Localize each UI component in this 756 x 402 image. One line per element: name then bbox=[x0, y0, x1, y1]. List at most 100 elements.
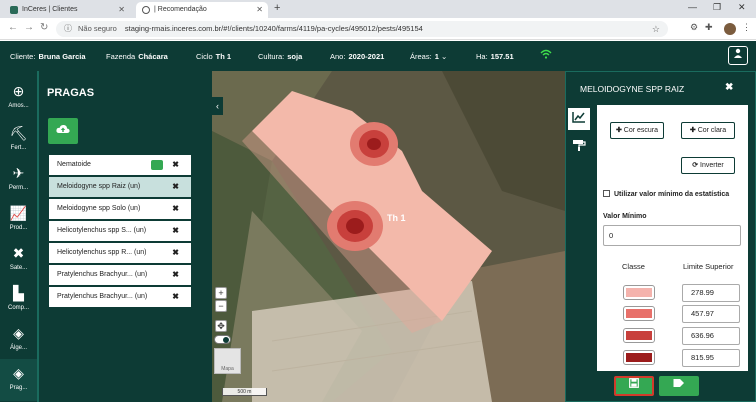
crop-value: soja bbox=[287, 52, 303, 61]
crop-field: Cultura: soja bbox=[258, 52, 302, 61]
list-item[interactable]: Meloidogyne spp Solo (un) ✖ bbox=[48, 198, 192, 220]
button-label: Cor clara bbox=[697, 127, 727, 134]
pest-label: Pratylenchus Brachyur... (un) bbox=[57, 271, 148, 278]
farm-label: Fazenda bbox=[106, 52, 136, 61]
button-label: Inverter bbox=[700, 162, 724, 169]
remove-icon[interactable]: ✖ bbox=[172, 199, 179, 219]
maximize-icon[interactable]: ❐ bbox=[713, 2, 721, 13]
fullscreen-button[interactable]: ✥ bbox=[215, 320, 227, 332]
year-label: Ano: bbox=[330, 52, 346, 61]
reload-icon[interactable]: ↻ bbox=[40, 22, 48, 33]
limit-input[interactable]: 278.99 bbox=[682, 284, 740, 302]
rail-item-productivity[interactable]: 📈 Prod... bbox=[0, 199, 37, 241]
rail-item-satellite[interactable]: ✖ Sate... bbox=[0, 239, 37, 281]
checkbox-box[interactable] bbox=[603, 190, 610, 197]
chrome-profile-avatar[interactable] bbox=[724, 23, 736, 35]
rail-item-compare[interactable]: ▙ Comp... bbox=[0, 279, 37, 321]
fertilizer-icon: ⛏ bbox=[9, 125, 28, 141]
rail-item-fertilizer[interactable]: ⛏ Fert... bbox=[0, 119, 37, 161]
list-item[interactable]: Helicotylenchus spp S... (un) ✖ bbox=[48, 220, 192, 242]
class-color-swatch[interactable] bbox=[623, 328, 655, 343]
remove-icon[interactable]: ✖ bbox=[172, 155, 179, 175]
ha-value: 157.51 bbox=[490, 52, 514, 61]
list-item[interactable]: Helicotylenchus spp R... (un) ✖ bbox=[48, 242, 192, 264]
rail-item-permission[interactable]: ✈ Perm... bbox=[0, 159, 37, 201]
limit-input[interactable]: 457.97 bbox=[682, 305, 740, 323]
zoom-out-button[interactable]: − bbox=[215, 300, 227, 312]
layers-icon: ◈ bbox=[13, 325, 24, 341]
min-value-label: Valor Mínimo bbox=[603, 213, 647, 220]
extension-icon[interactable]: ⚙ bbox=[690, 22, 698, 33]
remove-icon[interactable]: ✖ bbox=[172, 265, 179, 285]
tag-icon bbox=[673, 379, 684, 387]
list-item[interactable]: Pratylenchus Brachyur... (un) ✖ bbox=[48, 286, 192, 308]
client-field: Cliente: Bruna Garcia bbox=[10, 52, 86, 61]
list-item[interactable]: Nematoide ✖ bbox=[48, 154, 192, 176]
tab-paint[interactable] bbox=[568, 136, 590, 158]
class-color-swatch[interactable] bbox=[623, 306, 655, 321]
list-item[interactable]: Meloidogyne spp Raiz (un) ✖ bbox=[48, 176, 192, 198]
remove-icon[interactable]: ✖ bbox=[172, 221, 179, 241]
layer-toggle[interactable] bbox=[214, 335, 231, 344]
cloud-upload-icon bbox=[56, 124, 70, 133]
class-color-swatch[interactable] bbox=[623, 350, 655, 365]
basemap-thumbnail[interactable]: Mapa bbox=[214, 348, 241, 374]
puzzle-icon[interactable]: ✚ bbox=[705, 22, 713, 33]
rail-label: Prag... bbox=[9, 385, 28, 391]
use-min-checkbox[interactable]: Utilizar valor mínimo da estatística bbox=[603, 190, 743, 199]
save-button[interactable] bbox=[614, 376, 654, 396]
upload-button[interactable] bbox=[48, 118, 78, 144]
tab-chart[interactable] bbox=[568, 108, 590, 130]
satellite-icon: ✖ bbox=[12, 245, 25, 261]
user-icon bbox=[734, 48, 742, 58]
close-tab-icon[interactable]: ✕ bbox=[118, 2, 125, 18]
rail-item-sampling[interactable]: ⊕ Amos... bbox=[0, 77, 37, 119]
light-color-button[interactable]: ✚ Cor clara bbox=[681, 122, 735, 139]
crop-label: Cultura: bbox=[258, 52, 285, 61]
cycle-field: Ciclo Th 1 bbox=[196, 52, 231, 61]
rail-item-algebra[interactable]: ◈ Álge... bbox=[0, 319, 37, 361]
year-value: 2020-2021 bbox=[348, 52, 385, 61]
list-item[interactable]: Pratylenchus Brachyur... (un) ✖ bbox=[48, 264, 192, 286]
close-icon[interactable]: ✖ bbox=[725, 82, 733, 93]
rail-label: Fert... bbox=[10, 145, 27, 151]
remove-icon[interactable]: ✖ bbox=[172, 287, 179, 307]
chevron-down-icon: ⌄ bbox=[438, 52, 448, 61]
areas-field[interactable]: Áreas: 1 ⌄ bbox=[410, 52, 447, 61]
class-color-swatch[interactable] bbox=[623, 285, 655, 300]
ha-label: Ha: bbox=[476, 52, 488, 61]
url-input[interactable]: ⓘ Não seguro staging-rmais.inceres.com.b… bbox=[56, 21, 668, 37]
remove-icon[interactable]: ✖ bbox=[172, 243, 179, 263]
pests-icon: ◈ bbox=[13, 365, 24, 381]
left-rail: ⊕ Amos... ⛏ Fert... ✈ Perm... 📈 Prod... ✖ Sat… bbox=[0, 71, 37, 402]
sampling-icon: ⊕ bbox=[12, 83, 25, 99]
new-tab-icon[interactable]: + bbox=[274, 2, 280, 14]
bookmark-star-icon[interactable]: ☆ bbox=[652, 21, 660, 37]
dark-color-button[interactable]: ✚ Cor escura bbox=[610, 122, 664, 139]
map-view[interactable]: Th 1 bbox=[212, 71, 565, 402]
limit-input[interactable]: 815.95 bbox=[682, 349, 740, 367]
browser-tab-clients[interactable]: InCeres | Clientes ✕ bbox=[4, 2, 130, 18]
minimize-icon[interactable]: — bbox=[688, 2, 697, 12]
user-menu-button[interactable] bbox=[728, 46, 748, 65]
rail-label: Prod... bbox=[9, 225, 28, 231]
paint-roller-icon bbox=[573, 140, 586, 151]
back-icon[interactable]: ← bbox=[8, 22, 18, 33]
panel-title: PRAGAS bbox=[47, 87, 95, 99]
invert-button[interactable]: ⟳ Inverter bbox=[681, 157, 735, 174]
close-window-icon[interactable]: ✕ bbox=[738, 2, 746, 13]
limit-input[interactable]: 636.96 bbox=[682, 327, 740, 345]
zoom-in-button[interactable]: + bbox=[215, 287, 227, 299]
chrome-menu-icon[interactable]: ⋮ bbox=[742, 22, 751, 33]
forward-icon[interactable]: → bbox=[24, 22, 34, 33]
browser-tab-recommendation[interactable]: | Recomendação ✕ bbox=[136, 2, 268, 18]
min-value-input[interactable]: 0 bbox=[603, 225, 741, 246]
tag-button[interactable] bbox=[659, 376, 699, 396]
close-tab-icon[interactable]: ✕ bbox=[256, 2, 263, 18]
remove-icon[interactable]: ✖ bbox=[172, 177, 179, 197]
rail-item-pests[interactable]: ◈ Prag... bbox=[0, 359, 37, 401]
tag-icon[interactable] bbox=[151, 160, 163, 170]
collapse-panel-button[interactable]: ‹ bbox=[212, 97, 223, 115]
info-icon: ⓘ bbox=[64, 24, 72, 33]
plus-icon: ✚ bbox=[689, 127, 698, 134]
